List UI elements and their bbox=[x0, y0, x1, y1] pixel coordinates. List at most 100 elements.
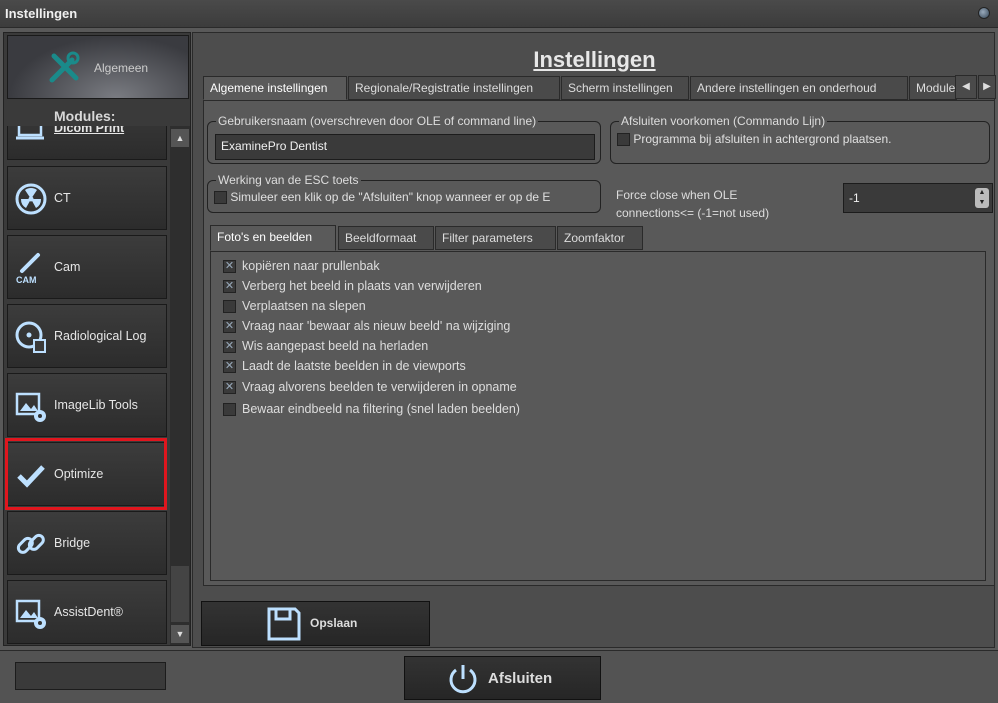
title-bar: Instellingen bbox=[0, 0, 998, 28]
tab-other[interactable]: Andere instellingen en onderhoud bbox=[690, 76, 908, 100]
module-dicom-print[interactable]: Dicom Print bbox=[7, 126, 167, 160]
tab-regional[interactable]: Regionale/Registratie instellingen bbox=[348, 76, 560, 100]
option-checkbox[interactable] bbox=[223, 300, 236, 314]
option-row[interactable]: ✕ Vraag alvorens beelden te verwijderen i… bbox=[223, 380, 517, 395]
username-legend: Gebruikersnaam (overschreven door OLE of… bbox=[218, 114, 537, 128]
esc-group: Werking van de ESC toets Simuleer een kl… bbox=[207, 173, 601, 213]
window-title: Instellingen bbox=[5, 6, 78, 21]
save-button[interactable]: Opslaan bbox=[201, 601, 430, 646]
esc-checkbox-row[interactable]: Simuleer een klik op de "Afsluiten" knop… bbox=[214, 190, 600, 205]
svg-text:CAM: CAM bbox=[16, 275, 37, 285]
tab-module[interactable]: Module bbox=[909, 76, 957, 100]
tab-scroll-left-icon[interactable]: ◀ bbox=[955, 75, 977, 99]
floppy-disk-icon bbox=[267, 607, 301, 641]
esc-legend: Werking van de ESC toets bbox=[218, 173, 359, 187]
page-title: Instellingen bbox=[533, 47, 656, 72]
option-label: Wis aangepast beeld na herladen bbox=[242, 339, 429, 353]
status-input[interactable] bbox=[15, 662, 166, 690]
option-checkbox[interactable] bbox=[223, 403, 236, 417]
subtab-photos[interactable]: Foto's en beelden bbox=[210, 225, 336, 251]
scroll-up-icon[interactable]: ▲ bbox=[171, 129, 189, 147]
option-checkbox[interactable]: ✕ bbox=[223, 280, 236, 294]
option-row[interactable]: Bewaar eindbeeld na filtering (snel lade… bbox=[223, 402, 520, 417]
option-label: Verberg het beeld in plaats van verwijde… bbox=[242, 279, 482, 293]
module-label: Cam bbox=[54, 260, 81, 274]
link-icon bbox=[16, 533, 45, 554]
background-checkbox-row[interactable]: Programma bij afsluiten in achtergrond p… bbox=[617, 132, 989, 147]
option-row[interactable]: ✕ kopiëren naar prullenbak bbox=[223, 259, 380, 274]
tools-icon bbox=[49, 51, 80, 83]
subtab-filter-parameters[interactable]: Filter parameters bbox=[435, 226, 556, 250]
module-cam[interactable]: CAM Cam bbox=[7, 235, 167, 299]
option-checkbox[interactable]: ✕ bbox=[223, 381, 236, 395]
prevent-close-legend: Afsluiten voorkomen (Commando Lijn) bbox=[621, 114, 826, 128]
username-input[interactable]: ExaminePro Dentist bbox=[215, 134, 595, 160]
bottom-bar: Afsluiten bbox=[0, 650, 998, 703]
modules-heading: Modules: bbox=[54, 108, 116, 124]
image-gear-icon bbox=[15, 392, 46, 422]
option-checkbox[interactable]: ✕ bbox=[223, 320, 236, 334]
option-row[interactable]: ✕ Laadt de laatste beelden in de viewport… bbox=[223, 359, 466, 374]
general-label: Algemeen bbox=[94, 61, 149, 75]
prevent-close-group: Afsluiten voorkomen (Commando Lijn) Prog… bbox=[610, 114, 990, 164]
laptop-icon bbox=[16, 126, 44, 140]
tab-screen[interactable]: Scherm instellingen bbox=[561, 76, 689, 100]
module-ct[interactable]: CT bbox=[7, 166, 167, 230]
option-row[interactable]: Verplaatsen na slepen bbox=[223, 299, 366, 314]
option-row[interactable]: ✕ Verberg het beeld in plaats van verwijd… bbox=[223, 279, 482, 294]
force-close-label-line1: Force close when OLE bbox=[616, 188, 738, 202]
option-label: kopiëren naar prullenbak bbox=[242, 259, 380, 273]
tab-scroll-right-icon[interactable]: ▶ bbox=[978, 75, 996, 99]
module-label: CT bbox=[54, 191, 71, 205]
option-checkbox[interactable]: ✕ bbox=[223, 360, 236, 374]
modules-list: Dicom Print CT CAM Cam Radiological Log … bbox=[7, 126, 169, 645]
option-row[interactable]: ✕ Wis aangepast beeld na herladen bbox=[223, 339, 429, 354]
scroll-down-icon[interactable]: ▼ bbox=[171, 625, 189, 643]
spinner-arrows-icon[interactable]: ▲ ▼ bbox=[975, 188, 989, 208]
scrollbar-thumb[interactable] bbox=[171, 566, 189, 622]
tab-general[interactable]: Algemene instellingen bbox=[203, 76, 347, 100]
module-imagelib-tools[interactable]: ImageLib Tools bbox=[7, 373, 167, 437]
option-label: Vraag naar 'bewaar als nieuw beeld' na w… bbox=[242, 319, 511, 333]
photos-tab-content: ✕ kopiëren naar prullenbak ✕ Verberg het b… bbox=[210, 251, 986, 581]
general-button[interactable]: Algemeen bbox=[7, 35, 189, 99]
module-label: Bridge bbox=[54, 536, 91, 550]
background-checkbox[interactable] bbox=[617, 133, 630, 147]
force-close-spinner[interactable]: -1 ▲ ▼ bbox=[843, 183, 993, 213]
module-bridge[interactable]: Bridge bbox=[7, 511, 167, 575]
option-label: Vraag alvorens beelden te verwijderen in… bbox=[242, 380, 517, 394]
subtab-image-format[interactable]: Beeldformaat bbox=[338, 226, 434, 250]
highlight-box bbox=[5, 438, 167, 510]
module-label: ImageLib Tools bbox=[54, 398, 138, 412]
option-checkbox[interactable]: ✕ bbox=[223, 260, 236, 274]
settings-panel: Instellingen Algemene instellingen Regio… bbox=[192, 32, 996, 648]
force-close-value: -1 bbox=[849, 191, 860, 205]
module-label: AssistDent® bbox=[54, 605, 123, 619]
esc-checkbox[interactable] bbox=[214, 191, 227, 205]
subtab-zoomfactor[interactable]: Zoomfaktor bbox=[557, 226, 643, 250]
window-control-icon[interactable] bbox=[978, 7, 990, 19]
option-checkbox[interactable]: ✕ bbox=[223, 340, 236, 354]
module-radiological-log[interactable]: Radiological Log bbox=[7, 304, 167, 368]
esc-checkbox-label: Simuleer een klik op de "Afsluiten" knop… bbox=[230, 190, 551, 204]
option-label: Laadt de laatste beelden in de viewports bbox=[242, 359, 466, 373]
module-label: Dicom Print bbox=[54, 126, 125, 135]
option-label: Verplaatsen na slepen bbox=[242, 299, 366, 313]
intraoral-camera-icon: CAM bbox=[16, 253, 40, 285]
sidebar: Algemeen Modules: Dicom Print CT CAM Cam… bbox=[3, 32, 191, 646]
option-row[interactable]: ✕ Vraag naar 'bewaar als nieuw beeld' na … bbox=[223, 319, 511, 334]
general-tab-content: Gebruikersnaam (overschreven door OLE of… bbox=[203, 100, 995, 586]
module-assistdent[interactable]: AssistDent® bbox=[7, 580, 167, 644]
modules-scrollbar[interactable]: ▲ ▼ bbox=[170, 126, 190, 645]
radiation-log-icon bbox=[15, 321, 46, 353]
force-close-label: Force close when OLE connections<= (-1=n… bbox=[616, 186, 769, 222]
option-label: Bewaar eindbeeld na filtering (snel lade… bbox=[242, 402, 520, 416]
radiation-icon bbox=[15, 183, 47, 215]
power-icon bbox=[449, 665, 477, 694]
background-checkbox-label: Programma bij afsluiten in achtergrond p… bbox=[633, 132, 892, 146]
module-label: Radiological Log bbox=[54, 329, 147, 343]
exit-button[interactable]: Afsluiten bbox=[404, 656, 601, 700]
image-gear-icon bbox=[15, 599, 46, 629]
force-close-label-line2: connections<= (-1=not used) bbox=[616, 206, 770, 220]
exit-label: Afsluiten bbox=[488, 670, 553, 687]
